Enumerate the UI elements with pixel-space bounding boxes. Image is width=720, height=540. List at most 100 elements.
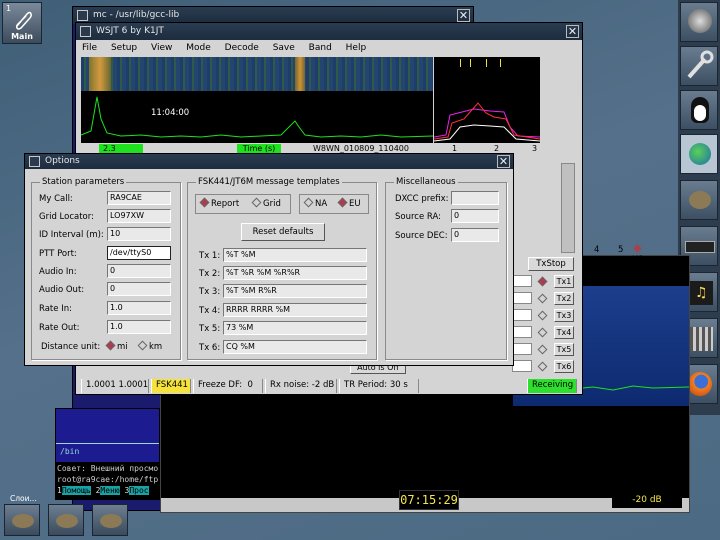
label-source-ra: Source RA:	[395, 212, 441, 222]
menu-file[interactable]: File	[82, 43, 97, 53]
options-menu-button[interactable]	[29, 156, 40, 167]
label-tx4: Tx 4:	[199, 306, 221, 316]
decode-scrollbar[interactable]	[561, 163, 575, 253]
menu-save[interactable]: Save	[273, 43, 295, 53]
status-tr-period: TR Period: 30 s	[339, 379, 419, 393]
mc-menu-button[interactable]	[77, 10, 88, 21]
paperclip-icon	[13, 10, 33, 30]
globe-icon[interactable]	[680, 134, 718, 174]
tx2-template-input[interactable]: %T %R %M %R%R	[223, 266, 367, 280]
waterfall-plot[interactable]: 11:04:00	[81, 57, 433, 143]
wsjt-menu-button[interactable]	[80, 26, 91, 37]
source-ra-input[interactable]: 0	[451, 209, 499, 223]
wsjt-close-button[interactable]: ✕	[566, 25, 579, 38]
label-tx6: Tx 6:	[199, 343, 221, 353]
tx1-button[interactable]: Tx1	[554, 275, 574, 288]
status-v1v2: 1.0001 1.0001	[81, 379, 149, 393]
source-dec-input[interactable]: 0	[451, 228, 499, 242]
taskbar: Слои...	[0, 494, 140, 540]
grid-label: Grid	[263, 199, 281, 209]
id-interval-input[interactable]: 10	[107, 227, 171, 241]
tick-1: 1	[452, 144, 458, 153]
h1-radio[interactable]: H1	[632, 243, 644, 265]
freq-25: 25	[596, 261, 607, 271]
report-label: Report	[211, 199, 240, 209]
main-button[interactable]: 1 Main	[2, 2, 42, 44]
tx1-radio[interactable]	[537, 276, 548, 287]
tx6-template-input[interactable]: CQ %M	[223, 340, 367, 354]
menu-mode[interactable]: Mode	[186, 43, 211, 53]
report-radio[interactable]: Report	[199, 197, 240, 209]
label-audio-in: Audio In:	[39, 267, 77, 277]
label-ptt-port: PTT Port:	[39, 249, 77, 259]
tx5-radio[interactable]	[537, 344, 548, 355]
ptt-port-input[interactable]: /dev/ttyS0	[107, 246, 171, 260]
tx1-template-input[interactable]: %T %M	[223, 248, 367, 262]
label-audio-out: Audio Out:	[39, 285, 85, 295]
menu-help[interactable]: Help	[346, 43, 367, 53]
mc-title: mc - /usr/lib/gcc-lib	[93, 10, 180, 20]
menu-view[interactable]: View	[151, 43, 172, 53]
reset-defaults-button[interactable]: Reset defaults	[241, 223, 325, 241]
menu-decode[interactable]: Decode	[225, 43, 259, 53]
my-call-input[interactable]: RA9CAE	[107, 191, 171, 205]
menu-setup[interactable]: Setup	[111, 43, 137, 53]
eu-label: EU	[349, 199, 361, 209]
mc-shell-line2: root@ra9cae:/home/ftp	[57, 475, 159, 484]
distance-km-radio[interactable]: km	[137, 340, 162, 352]
na-radio[interactable]: NA	[303, 197, 328, 209]
status-bar: 1.0001 1.0001 FSK441 Freeze DF: 0 Rx noi…	[81, 379, 577, 394]
taskbar-label: Слои...	[10, 494, 37, 503]
tx6-radio[interactable]	[537, 361, 548, 372]
h1-label: H1	[632, 255, 644, 265]
audio-out-input[interactable]: 0	[107, 282, 171, 296]
gimp-icon[interactable]	[92, 504, 128, 536]
dxcc-prefix-input[interactable]	[451, 191, 499, 205]
tx3-button[interactable]: Tx3	[554, 309, 574, 322]
distance-mi-radio[interactable]: mi	[105, 340, 128, 352]
label-tx5: Tx 5:	[199, 324, 221, 334]
wrench-icon[interactable]	[680, 46, 718, 86]
tx4-template-input[interactable]: RRRR RRRR %M	[223, 303, 367, 317]
tx5-template-input[interactable]: 73 %M	[223, 321, 367, 335]
gimp-icon[interactable]	[680, 180, 718, 220]
audio-in-input[interactable]: 0	[107, 264, 171, 278]
tx4-button[interactable]: Tx4	[554, 326, 574, 339]
tx2-radio[interactable]	[537, 293, 548, 304]
txstop-button[interactable]: TxStop	[528, 257, 574, 271]
options-close-button[interactable]: ✕	[497, 155, 510, 168]
rate-in-input[interactable]: 1.0	[107, 301, 171, 315]
mc-close-button[interactable]: ✕	[457, 9, 470, 22]
clock-display: 07:15:29	[399, 490, 459, 510]
menu-band[interactable]: Band	[309, 43, 332, 53]
tx6-button[interactable]: Tx6	[554, 360, 574, 373]
penguin-icon[interactable]	[680, 90, 718, 130]
status-mode: FSK441	[151, 379, 191, 393]
label-rate-in: Rate In:	[39, 304, 72, 314]
station-group-title: Station parameters	[40, 177, 127, 187]
wsjt-menubar: File Setup View Mode Decode Save Band He…	[82, 43, 377, 53]
na-label: NA	[315, 199, 328, 209]
tx5-button[interactable]: Tx5	[554, 343, 574, 356]
mc-shell-line1: Совет: Внешний просмо	[57, 464, 159, 473]
tx2-button[interactable]: Tx2	[554, 292, 574, 305]
label-rate-out: Rate Out:	[39, 323, 80, 333]
label-dxcc-prefix: DXCC prefix:	[395, 194, 449, 204]
tx3-radio[interactable]	[537, 310, 548, 321]
wsjt-title: WSJT 6 by K1JT	[96, 26, 164, 36]
gimp-icon[interactable]	[48, 504, 84, 536]
options-title: Options	[45, 156, 80, 166]
num-5[interactable]: 5	[618, 245, 623, 255]
rate-out-input[interactable]: 1.0	[107, 320, 171, 334]
grid-radio[interactable]: Grid	[251, 197, 281, 209]
num-4[interactable]: 4	[594, 245, 599, 255]
tx-rows: Tx1 Tx2 Tx3 Tx4 Tx5 Tx6	[512, 272, 576, 382]
tx3-template-input[interactable]: %T %M R%R	[223, 284, 367, 298]
tx4-radio[interactable]	[537, 327, 548, 338]
spectrum-plot[interactable]	[434, 57, 540, 143]
system-icon[interactable]	[680, 2, 718, 42]
eu-radio[interactable]: EU	[337, 197, 361, 209]
gimp-icon[interactable]	[4, 504, 40, 536]
grid-locator-input[interactable]: LO97XW	[107, 209, 171, 223]
options-dialog: Options ✕ Station parameters My Call: RA…	[24, 153, 514, 366]
